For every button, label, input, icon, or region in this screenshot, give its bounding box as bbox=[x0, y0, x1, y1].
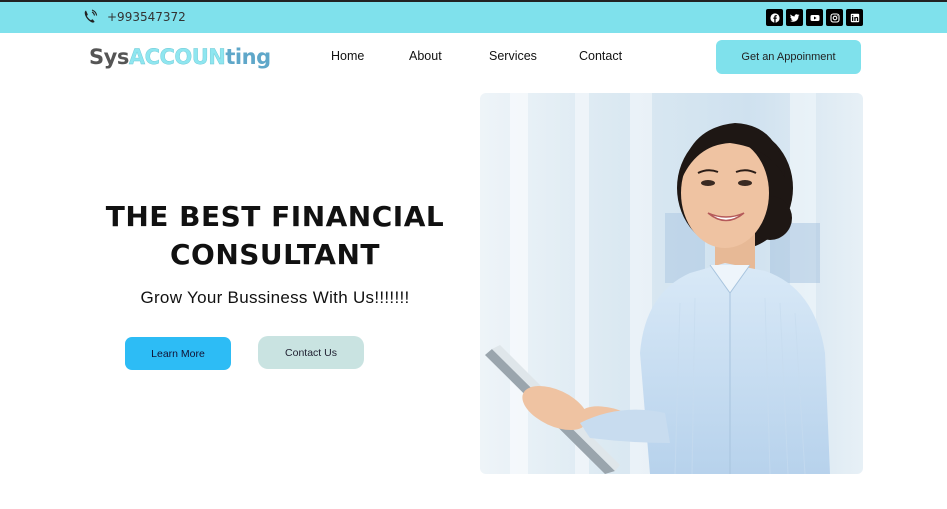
site-logo[interactable]: SysACCOUNting bbox=[89, 45, 271, 69]
youtube-icon[interactable] bbox=[806, 9, 823, 26]
learn-more-button[interactable]: Learn More bbox=[125, 337, 231, 370]
top-bar: +993547372 bbox=[0, 0, 947, 33]
logo-part-ting: ting bbox=[225, 45, 271, 69]
twitter-icon[interactable] bbox=[786, 9, 803, 26]
hero-title: THE BEST FINANCIAL CONSULTANT bbox=[90, 198, 460, 274]
hero-title-line1: THE BEST FINANCIAL bbox=[105, 200, 445, 233]
nav-item-contact[interactable]: Contact bbox=[579, 49, 622, 63]
hero-image bbox=[480, 93, 863, 474]
phone-contact[interactable]: +993547372 bbox=[82, 9, 186, 25]
facebook-icon[interactable] bbox=[766, 9, 783, 26]
hero-subtitle: Grow Your Bussiness With Us!!!!!!! bbox=[140, 288, 410, 307]
logo-part-sys: Sys bbox=[89, 45, 129, 69]
nav-item-about[interactable]: About bbox=[409, 49, 442, 63]
nav-item-services[interactable]: Services bbox=[489, 49, 537, 63]
phone-number: +993547372 bbox=[107, 10, 186, 24]
hero-title-line2: CONSULTANT bbox=[169, 238, 381, 271]
logo-part-accoun: ACCOUN bbox=[128, 45, 226, 69]
social-links bbox=[766, 9, 863, 26]
phone-icon bbox=[84, 9, 98, 23]
contact-us-button[interactable]: Contact Us bbox=[258, 336, 364, 369]
nav-item-home[interactable]: Home bbox=[331, 49, 364, 63]
instagram-icon[interactable] bbox=[826, 9, 843, 26]
get-appointment-button[interactable]: Get an Appoinment bbox=[716, 40, 861, 74]
main-navbar: SysACCOUNting Home About Services Contac… bbox=[0, 33, 947, 83]
linkedin-icon[interactable] bbox=[846, 9, 863, 26]
